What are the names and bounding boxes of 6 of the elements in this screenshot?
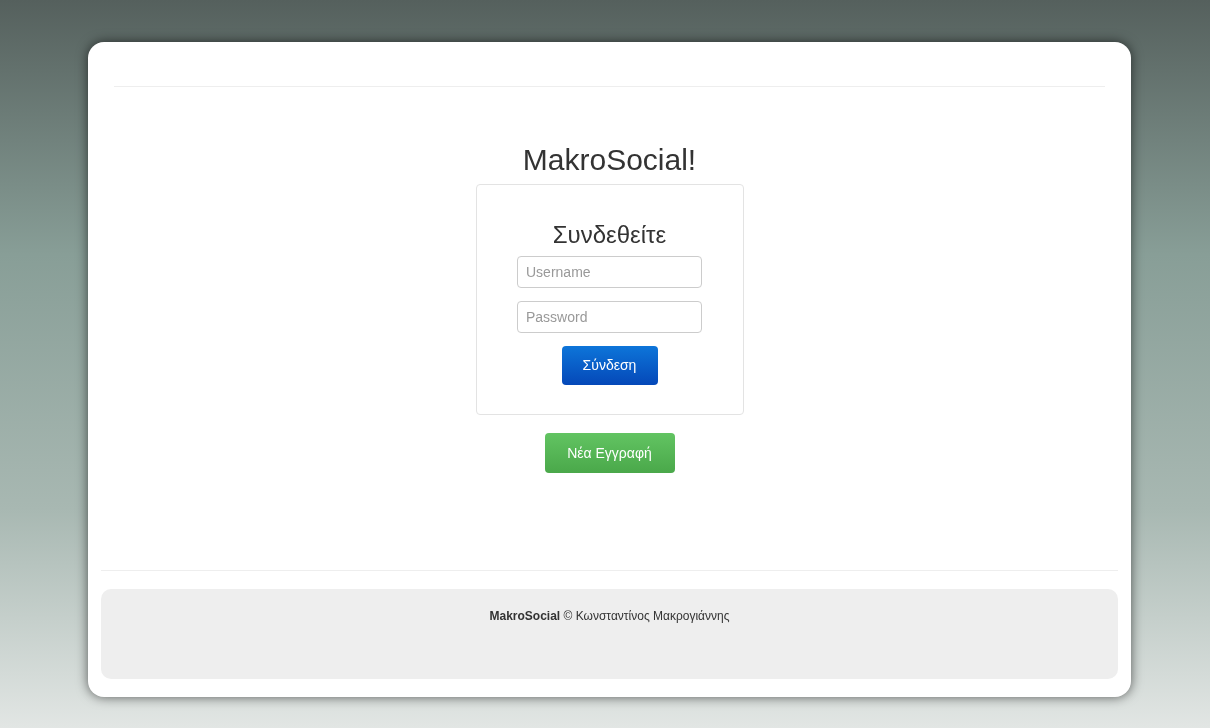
login-button[interactable]: Σύνδεση: [561, 346, 658, 385]
login-heading: Συνδεθείτε: [552, 221, 667, 249]
password-field[interactable]: Password: [517, 301, 702, 333]
footer-credit: MakroSocial © Κωνσταντίνος Μακρογιάννης: [489, 608, 730, 625]
site-title: MakroSocial!: [522, 143, 697, 177]
username-field[interactable]: Username: [517, 256, 702, 288]
